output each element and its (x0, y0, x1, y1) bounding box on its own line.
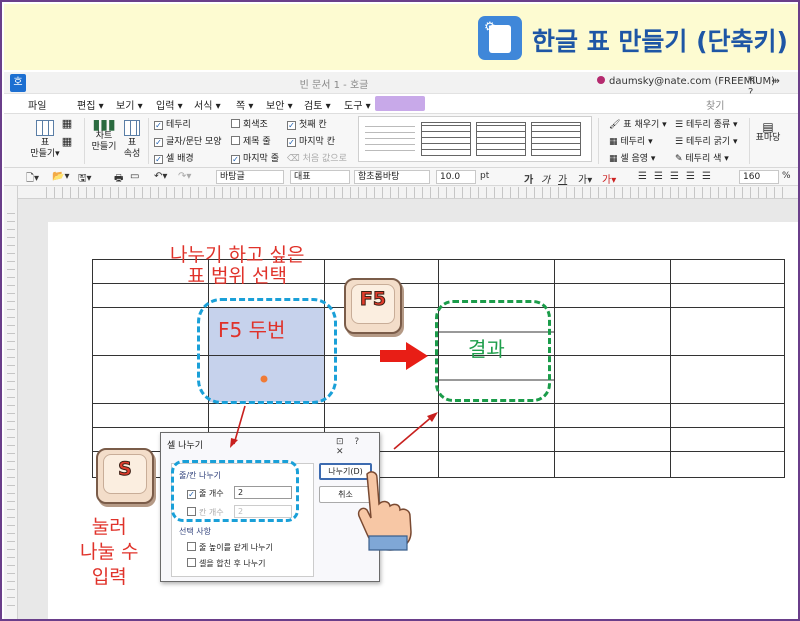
big-red-arrow-icon (380, 342, 428, 370)
arrow-to-dialog (230, 405, 246, 448)
cursor-dot (260, 375, 268, 383)
screenshot-frame: ⚙ 한글 표 만들기 (단축키) 호 빈 문서 1 - 호글 daumsky@n… (0, 0, 800, 621)
annotation-overlay (230, 342, 438, 450)
arrow-to-result (393, 412, 438, 450)
